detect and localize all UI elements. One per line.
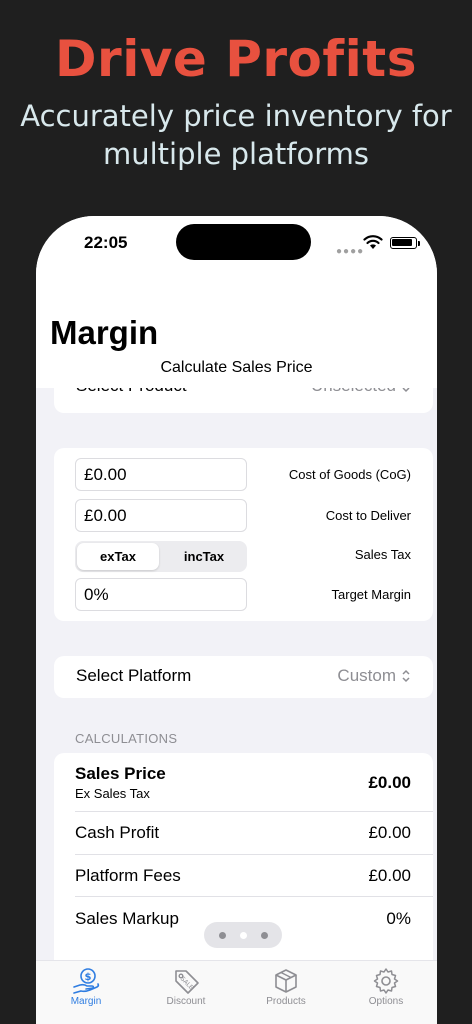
sales-markup-label: Sales Markup bbox=[75, 909, 179, 928]
select-product-label: Select Product bbox=[76, 388, 187, 396]
svg-text:$: $ bbox=[85, 972, 92, 983]
cost-of-goods-label: Cost of Goods (CoG) bbox=[288, 467, 411, 482]
cash-profit-label: Cash Profit bbox=[75, 823, 160, 842]
tab-discount[interactable]: SALE Discount bbox=[136, 961, 236, 1021]
page-title: Margin bbox=[50, 314, 159, 351]
target-margin-input[interactable]: 0% bbox=[75, 578, 247, 611]
sales-price-label: Sales Price bbox=[75, 764, 166, 783]
status-time: 22:05 bbox=[84, 233, 128, 252]
promo-title: Drive Profits bbox=[55, 30, 417, 88]
select-platform-value[interactable]: Custom bbox=[337, 666, 411, 686]
cash-profit-value: £0.00 bbox=[368, 823, 411, 842]
platform-fees-label: Platform Fees bbox=[75, 866, 181, 885]
sales-tax-segmented-control[interactable]: exTax incTax bbox=[75, 541, 247, 572]
cost-to-deliver-input[interactable]: £0.00 bbox=[75, 499, 247, 532]
tab-options[interactable]: Options bbox=[336, 961, 436, 1021]
sales-markup-value: 0% bbox=[386, 909, 411, 928]
chevron-up-down-icon bbox=[402, 388, 410, 393]
margin-coin-hand-icon: $ bbox=[73, 968, 100, 994]
promo-subtitle-line1: Accurately price inventory for bbox=[20, 99, 452, 133]
sale-tag-icon: SALE bbox=[175, 970, 199, 994]
product-boxes-icon bbox=[275, 969, 297, 993]
tab-products-label: Products bbox=[266, 996, 306, 1007]
page-dot[interactable] bbox=[218, 931, 226, 939]
gear-icon bbox=[373, 968, 399, 994]
select-product-value[interactable]: Unselected bbox=[311, 388, 411, 396]
promo-subtitle: Accurately price inventory for multiple … bbox=[0, 97, 472, 173]
battery-icon bbox=[390, 237, 417, 249]
tab-products[interactable]: Products bbox=[236, 961, 336, 1021]
platform-fees-value: £0.00 bbox=[368, 866, 411, 885]
sales-price-value: £0.00 bbox=[368, 772, 411, 792]
page-indicator[interactable] bbox=[204, 922, 282, 948]
cost-to-deliver-label: Cost to Deliver bbox=[325, 508, 411, 523]
divider bbox=[75, 811, 433, 812]
page-subtitle: Calculate Sales Price bbox=[160, 359, 313, 376]
form-content[interactable]: Select Product Unselected £0.00 Cost of … bbox=[36, 388, 437, 960]
calculations-section-header: CALCULATIONS bbox=[75, 731, 178, 746]
segment-inctax[interactable]: incTax bbox=[163, 543, 245, 570]
tab-bar: $ Margin SALE Discount Products Options bbox=[36, 960, 437, 1024]
status-bar: 22:05 ●●●● bbox=[36, 216, 437, 276]
tab-margin[interactable]: $ Margin bbox=[36, 961, 136, 1021]
page-dot-active[interactable] bbox=[239, 931, 247, 939]
chevron-up-down-icon bbox=[402, 669, 410, 683]
tab-discount-label: Discount bbox=[166, 996, 206, 1007]
sales-price-sublabel: Ex Sales Tax bbox=[75, 786, 150, 801]
page-dot[interactable] bbox=[260, 931, 268, 939]
navigation-header: Margin Calculate Sales Price bbox=[36, 276, 437, 388]
divider bbox=[75, 896, 433, 897]
tab-options-label: Options bbox=[368, 996, 404, 1007]
select-platform-label: Select Platform bbox=[76, 666, 192, 685]
select-product-card[interactable]: Select Product Unselected bbox=[54, 388, 433, 413]
phone-screen: 22:05 ●●●● Margin Calculate Sales Price … bbox=[36, 216, 437, 1024]
divider bbox=[75, 854, 433, 855]
cost-of-goods-input[interactable]: £0.00 bbox=[75, 458, 247, 491]
segment-extax[interactable]: exTax bbox=[77, 543, 159, 570]
sales-price-row: Sales Price Ex Sales Tax £0.00 bbox=[75, 764, 411, 801]
select-platform-card[interactable]: Select Platform Custom bbox=[54, 656, 433, 698]
cost-inputs-card: £0.00 Cost of Goods (CoG) £0.00 Cost to … bbox=[54, 448, 433, 621]
cash-profit-row: Cash Profit £0.00 bbox=[75, 823, 411, 843]
wifi-icon bbox=[363, 235, 383, 249]
tab-margin-label: Margin bbox=[70, 996, 102, 1007]
cellular-signal-icon: ●●●● bbox=[336, 246, 365, 257]
dynamic-island bbox=[176, 224, 311, 260]
promo-subtitle-line2: multiple platforms bbox=[103, 137, 369, 171]
sales-tax-label: Sales Tax bbox=[354, 547, 411, 562]
target-margin-label: Target Margin bbox=[331, 587, 411, 602]
platform-fees-row: Platform Fees £0.00 bbox=[75, 866, 411, 886]
